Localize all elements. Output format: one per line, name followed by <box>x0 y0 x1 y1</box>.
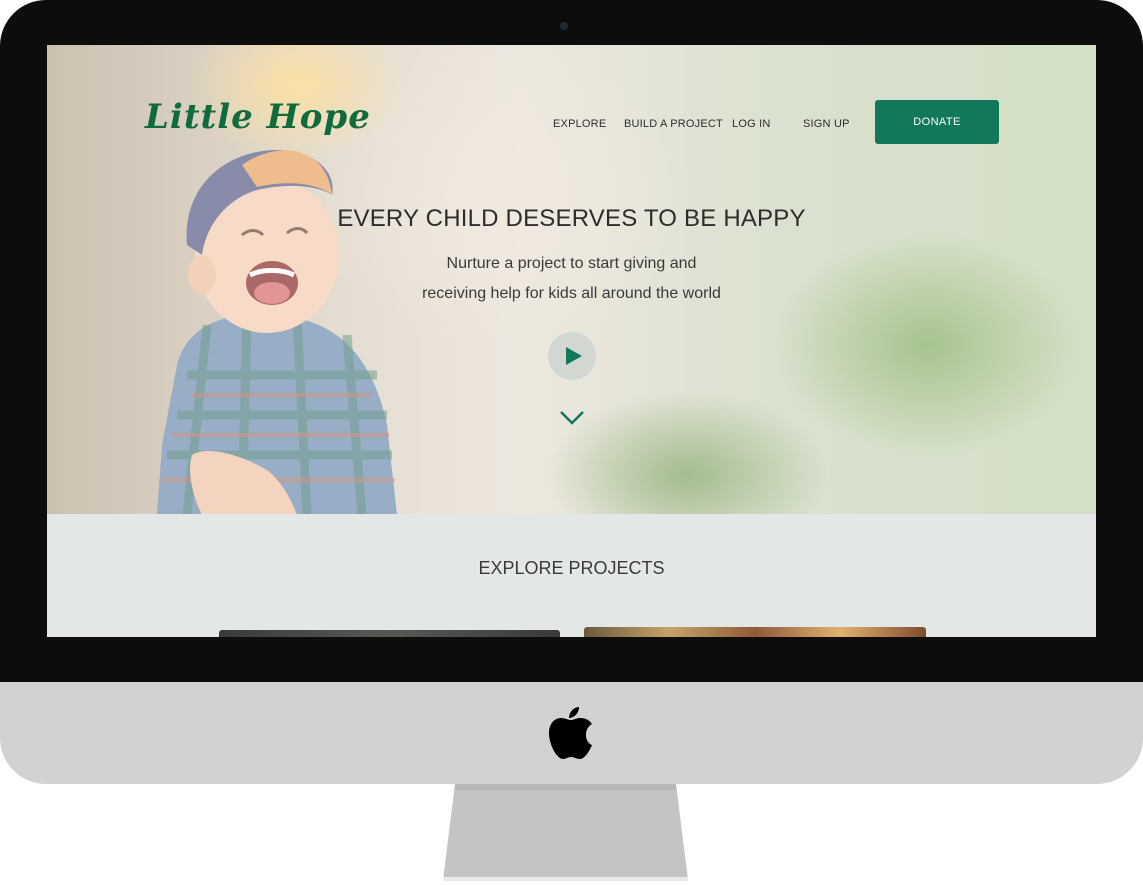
monitor-stand-base <box>443 877 688 881</box>
hero-headline: EVERY CHILD DESERVES TO BE HAPPY <box>337 205 806 232</box>
donate-button[interactable]: DONATE <box>875 100 999 144</box>
camera <box>560 22 568 30</box>
project-card[interactable] <box>219 630 560 637</box>
nav-log-in[interactable]: LOG IN <box>732 118 771 130</box>
chevron-down-icon[interactable] <box>559 410 585 426</box>
hero-subline-2: receiving help for kids all around the w… <box>422 285 721 302</box>
nav-build-project[interactable]: BUILD A PROJECT <box>624 118 723 130</box>
play-icon <box>566 347 582 365</box>
hero-section: Little Hope EXPLORE BUILD A PROJECT LOG … <box>47 45 1096 514</box>
nav-explore[interactable]: EXPLORE <box>553 118 606 130</box>
nav-sign-up[interactable]: SIGN UP <box>803 118 850 130</box>
hero-subline-1: Nurture a project to start giving and <box>446 255 697 272</box>
explore-projects-heading: EXPLORE PROJECTS <box>478 558 665 578</box>
apple-logo-icon <box>549 707 592 759</box>
play-video-button[interactable] <box>548 332 596 380</box>
screen: Little Hope EXPLORE BUILD A PROJECT LOG … <box>47 45 1096 637</box>
monitor-chin <box>0 682 1143 784</box>
explore-section: EXPLORE PROJECTS <box>47 514 1096 637</box>
project-card[interactable] <box>584 627 926 637</box>
site-logo[interactable]: Little Hope <box>145 97 371 137</box>
monitor-stand <box>443 784 688 880</box>
